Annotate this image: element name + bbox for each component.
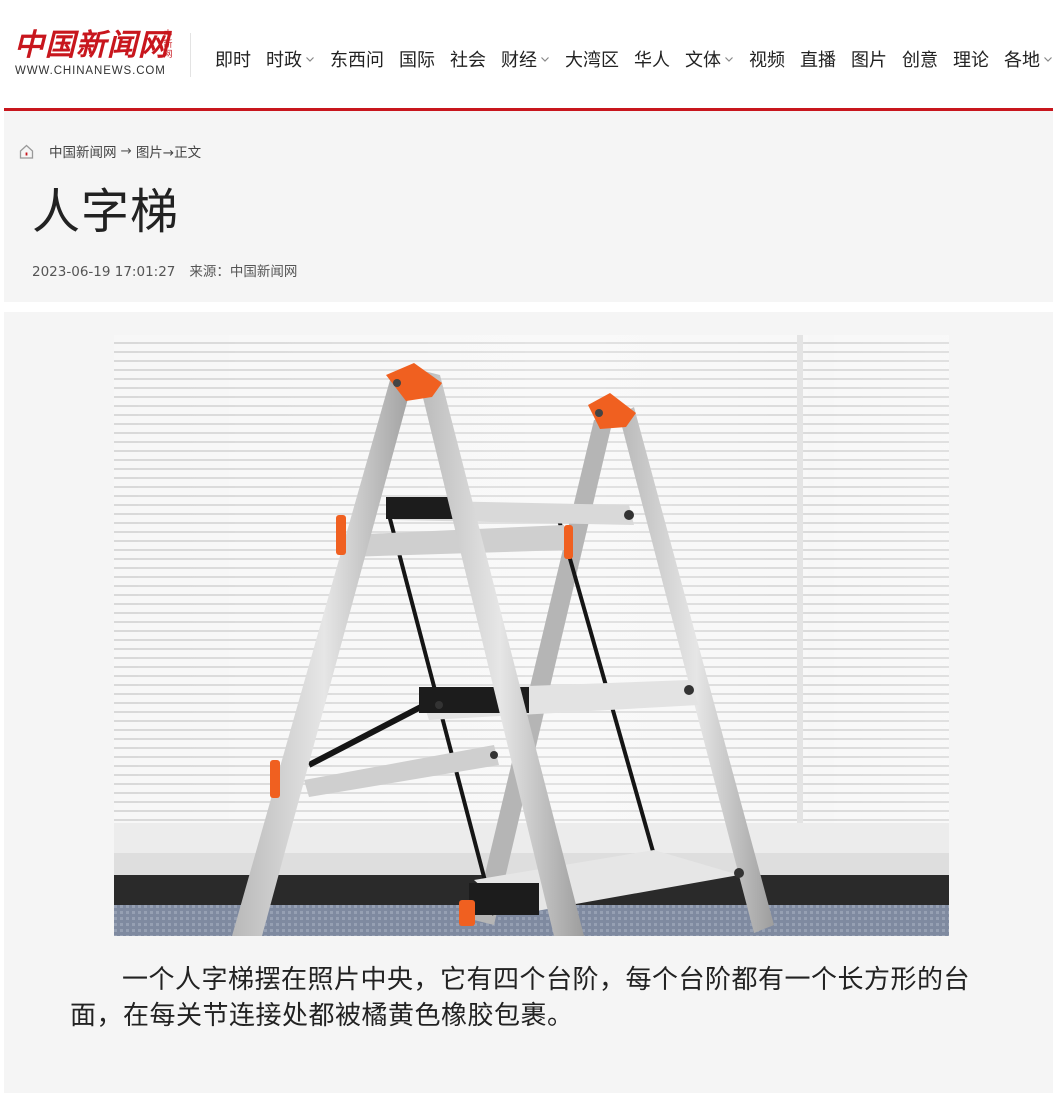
nav-item-12[interactable]: 图片: [851, 46, 887, 72]
page-title: 人字梯: [32, 184, 180, 240]
title-band: 中国新闻网 → 图片→正文 人字梯 2023-06-19 17:01:27 来源：…: [4, 111, 1053, 302]
nav-item-11[interactable]: 直播: [800, 46, 836, 72]
breadcrumb: 中国新闻网 → 图片→正文: [18, 141, 201, 161]
article-photo: [114, 335, 949, 936]
nav-item-label: 华人: [634, 50, 670, 71]
nav-item-9[interactable]: 文体: [685, 46, 734, 72]
breadcrumb-arrow: →: [120, 143, 132, 159]
nav-item-label: 财经: [501, 50, 537, 71]
nav-item-label: 社会: [450, 50, 486, 71]
chevron-down-icon: [541, 57, 549, 62]
nav-item-label: 创意: [902, 50, 938, 71]
nav-item-1[interactable]: 即时: [215, 46, 251, 72]
main-nav: 即时 时政 东西问 国际 社会 财经 大湾区 华人 文体 视频 直播 图片 创意 理论 各地: [215, 46, 1053, 72]
nav-item-label: 直播: [800, 50, 836, 71]
logo-url-text: WWW.CHINANEWS.COM: [15, 65, 166, 77]
nav-item-4[interactable]: 国际: [399, 46, 435, 72]
nav-item-label: 国际: [399, 50, 435, 71]
logo-seal-text: 中新网: [163, 30, 173, 60]
nav-item-10[interactable]: 视频: [749, 46, 785, 72]
nav-item-label: 文体: [685, 50, 721, 71]
chevron-down-icon: [306, 57, 314, 62]
publish-datetime: 2023-06-19 17:01:27: [32, 264, 176, 280]
nav-item-13[interactable]: 创意: [902, 46, 938, 72]
nav-item-label: 东西问: [330, 50, 384, 71]
site-logo[interactable]: 中国新闻网 中新网 WWW.CHINANEWS.COM: [14, 28, 184, 80]
chevron-down-icon: [725, 57, 733, 62]
logo-chinese-text: 中国新闻网: [14, 28, 169, 63]
nav-item-2[interactable]: 时政: [266, 46, 315, 72]
nav-item-8[interactable]: 华人: [634, 46, 670, 72]
nav-item-15[interactable]: 各地: [1004, 46, 1053, 72]
breadcrumb-home-link[interactable]: 中国新闻网: [49, 141, 117, 161]
logo-divider: [190, 33, 191, 77]
nav-item-label: 大湾区: [565, 50, 619, 71]
home-icon[interactable]: [18, 143, 35, 160]
article-body: 一个人字梯摆在照片中央，它有四个台阶，每个台阶都有一个长方形的台面，在每关节连接…: [4, 312, 1053, 1093]
nav-item-label: 各地: [1004, 50, 1040, 71]
nav-item-14[interactable]: 理论: [953, 46, 989, 72]
nav-item-label: 时政: [266, 50, 302, 71]
article-meta: 2023-06-19 17:01:27 来源：中国新闻网: [32, 260, 297, 280]
nav-item-label: 图片: [851, 50, 887, 71]
site-header: 中国新闻网 中新网 WWW.CHINANEWS.COM 即时 时政 东西问 国际 社会财…: [0, 0, 1053, 108]
nav-item-7[interactable]: 大湾区: [565, 46, 619, 72]
photo-caption: 一个人字梯摆在照片中央，它有四个台阶，每个台阶都有一个长方形的台面，在每关节连接…: [70, 965, 971, 1031]
nav-item-3[interactable]: 东西问: [330, 46, 384, 72]
breadcrumb-section[interactable]: 图片→正文: [136, 141, 201, 161]
nav-item-6[interactable]: 财经: [501, 46, 550, 72]
nav-item-label: 视频: [749, 50, 785, 71]
nav-item-label: 理论: [953, 50, 989, 71]
article-source: 来源：中国新闻网: [189, 264, 298, 280]
chevron-down-icon: [1044, 57, 1052, 62]
nav-item-label: 即时: [215, 50, 251, 71]
nav-item-5[interactable]: 社会: [450, 46, 486, 72]
